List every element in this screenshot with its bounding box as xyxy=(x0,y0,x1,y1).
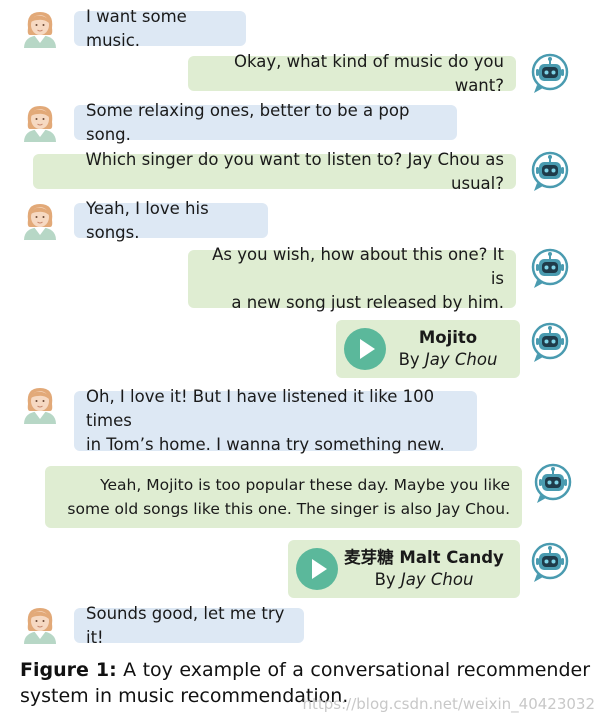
message-text: Yeah, I love his songs. xyxy=(86,198,209,242)
song-by-prefix: By xyxy=(374,570,401,589)
bot-avatar-icon xyxy=(531,461,575,505)
user-message: Yeah, I love his songs. xyxy=(74,199,268,242)
message-text: Okay, what kind of music do you want? xyxy=(233,51,504,95)
message-line: Oh, I love it! But I have listened it li… xyxy=(86,387,435,430)
bot-message: Which singer do you want to listen to? J… xyxy=(33,150,516,193)
user-message: Oh, I love it! But I have listened it li… xyxy=(74,387,477,454)
message-text: Some relaxing ones, better to be a pop s… xyxy=(86,100,410,144)
song-title: 麦芽糖 Malt Candy xyxy=(344,548,504,567)
bot-avatar-icon xyxy=(528,540,572,584)
user-message: I want some music. xyxy=(74,7,246,50)
song-by-prefix: By xyxy=(398,350,425,369)
bot-message: Yeah, Mojito is too popular these day. M… xyxy=(45,466,522,528)
message-text: Sounds good, let me try it! xyxy=(86,603,285,647)
song-card[interactable]: 麦芽糖 Malt Candy By Jay Chou xyxy=(288,540,520,598)
message-line: some old songs like this one. The singer… xyxy=(67,500,510,518)
bot-avatar-icon xyxy=(528,51,572,95)
user-avatar-icon xyxy=(20,8,60,48)
message-line: Yeah, Mojito is too popular these day. M… xyxy=(100,476,510,494)
song-artist: Jay Chou xyxy=(424,350,498,369)
message-text: Which singer do you want to listen to? J… xyxy=(85,149,504,193)
user-avatar-icon xyxy=(20,102,60,142)
message-line: As you wish, how about this one? It is xyxy=(212,245,504,288)
watermark: https://blog.csdn.net/weixin_40423032 xyxy=(302,695,595,713)
user-avatar-icon xyxy=(20,200,60,240)
message-line: in Tom’s home. I wanna try something new… xyxy=(86,435,445,454)
song-artist: Jay Chou xyxy=(400,570,474,589)
message-line: a new song just released by him. xyxy=(231,293,504,312)
bot-avatar-icon xyxy=(528,320,572,364)
caption-label: Figure 1: xyxy=(20,659,117,681)
user-message: Sounds good, let me try it! xyxy=(74,604,304,647)
bot-message: As you wish, how about this one? It is a… xyxy=(188,245,516,312)
user-message: Some relaxing ones, better to be a pop s… xyxy=(74,101,457,144)
user-avatar-icon xyxy=(20,384,60,424)
message-text: I want some music. xyxy=(86,6,187,50)
user-avatar-icon xyxy=(20,604,60,644)
song-card[interactable]: Mojito By Jay Chou xyxy=(336,320,520,378)
play-icon[interactable] xyxy=(344,328,386,370)
bot-avatar-icon xyxy=(528,149,572,193)
song-title: Mojito xyxy=(418,328,478,347)
bot-message: Okay, what kind of music do you want? xyxy=(188,52,516,95)
bot-avatar-icon xyxy=(528,246,572,290)
play-icon[interactable] xyxy=(296,548,338,590)
